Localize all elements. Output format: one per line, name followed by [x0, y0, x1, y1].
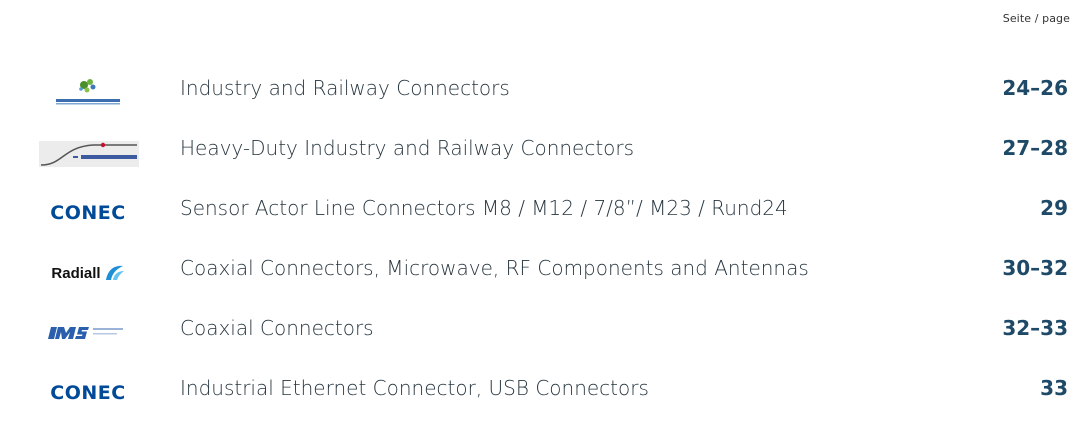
row-title: Industry and Railway Connectors [180, 76, 510, 100]
list-item[interactable]: CONEC Sensor Actor Line Connectors M8 / … [0, 183, 1078, 243]
row-pages: 27–28 [1002, 136, 1068, 160]
list-item[interactable]: CONEC Industrial Ethernet Connector, USB… [0, 363, 1078, 423]
radiall-mark-icon [105, 265, 124, 280]
row-pages: 32–33 [1002, 316, 1068, 340]
conec-logo-text: CONEC [50, 202, 126, 224]
list-item[interactable]: Radiall Coaxial Connectors, Microwave, R… [0, 243, 1078, 303]
row-pages: 33 [1040, 376, 1068, 400]
ims-logo [18, 303, 158, 363]
row-pages: 30–32 [1002, 256, 1068, 280]
row-title: Sensor Actor Line Connectors M8 / M12 / … [180, 196, 788, 220]
radiall-logo-text: Radiall [51, 264, 101, 282]
list-item[interactable]: Heavy-Duty Industry and Railway Connecto… [0, 123, 1078, 183]
row-pages: 29 [1040, 196, 1068, 220]
conec-logo: CONEC [18, 183, 158, 243]
radiall-logo: Radiall [18, 243, 158, 303]
list-item[interactable]: Industry and Railway Connectors 24–26 [0, 63, 1078, 123]
row-title: Industrial Ethernet Connector, USB Conne… [180, 376, 649, 400]
staubli-logo [18, 63, 158, 123]
row-title: Heavy-Duty Industry and Railway Connecto… [180, 136, 635, 160]
conec-logo: CONEC [18, 363, 158, 423]
list-item[interactable]: Coaxial Connectors 32–33 [0, 303, 1078, 363]
page-header-label: Seite / page [1002, 12, 1070, 25]
row-pages: 24–26 [1002, 76, 1068, 100]
conec-logo-text: CONEC [50, 382, 126, 404]
schaltbau-logo [18, 123, 158, 183]
row-title: Coaxial Connectors, Microwave, RF Compon… [180, 256, 809, 280]
row-title: Coaxial Connectors [180, 316, 374, 340]
